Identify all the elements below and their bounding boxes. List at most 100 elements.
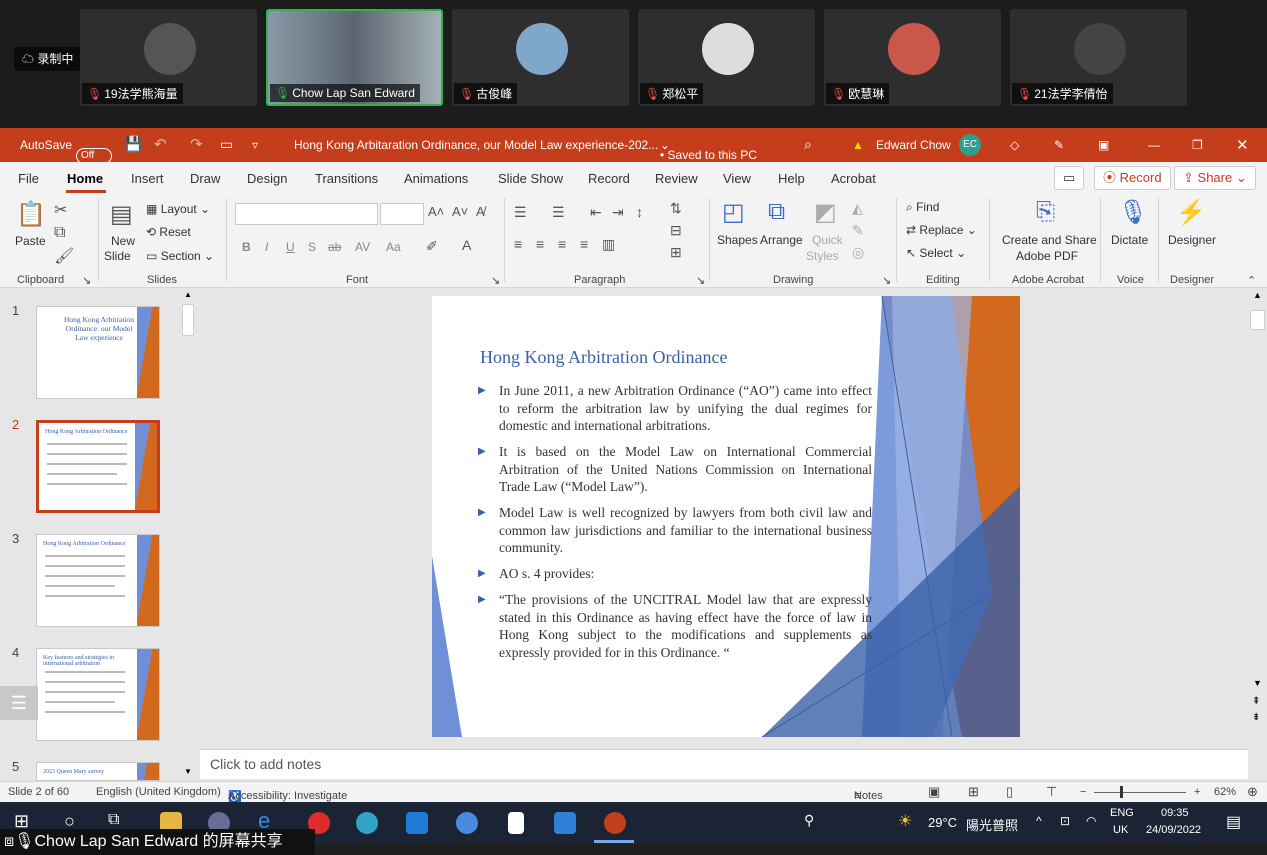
- ribbon-display-icon[interactable]: ▣: [1098, 138, 1109, 152]
- zoom-thumb[interactable]: [1120, 786, 1123, 798]
- increase-font-icon[interactable]: A˄: [428, 204, 444, 219]
- weather-temp[interactable]: 29°C: [928, 815, 957, 830]
- customize-icon[interactable]: ▿: [252, 138, 258, 152]
- align-text-icon[interactable]: ⊟: [670, 222, 682, 239]
- select-button[interactable]: ↖ Select ⌄: [906, 246, 966, 260]
- columns-icon[interactable]: ▥: [602, 236, 615, 253]
- minimize-icon[interactable]: —: [1148, 138, 1160, 152]
- tab-design[interactable]: Design: [247, 171, 287, 186]
- wifi-icon[interactable]: ◠: [1086, 814, 1096, 828]
- tab-view[interactable]: View: [723, 171, 751, 186]
- shadow-button[interactable]: S: [308, 240, 316, 254]
- dialog-launcher-icon[interactable]: ↘: [696, 274, 705, 287]
- smartart-icon[interactable]: ⊞: [670, 244, 682, 261]
- scroll-up-icon[interactable]: ▲: [184, 290, 192, 299]
- tab-acrobat[interactable]: Acrobat: [831, 171, 876, 186]
- chrome-icon[interactable]: [456, 812, 478, 834]
- participant-tile[interactable]: 🎙 21法学李倩怡: [1010, 9, 1187, 106]
- close-icon[interactable]: ✕: [1236, 136, 1249, 154]
- normal-view-icon[interactable]: ▣: [928, 784, 940, 800]
- change-case-button[interactable]: Aa: [386, 240, 401, 254]
- slideshow-view-icon[interactable]: ⊤: [1046, 784, 1057, 800]
- tab-transitions[interactable]: Transitions: [315, 171, 378, 186]
- dialog-launcher-icon[interactable]: ↘: [491, 274, 500, 287]
- dictate-button[interactable]: Dictate: [1111, 233, 1148, 247]
- participant-tile[interactable]: 🎙 郑松平: [638, 9, 815, 106]
- format-painter-icon[interactable]: 🖌: [54, 246, 74, 266]
- participant-tile[interactable]: 🎙 古俊峰: [452, 9, 629, 106]
- justify-icon[interactable]: ≡: [580, 236, 588, 252]
- zoom-slider[interactable]: [1094, 792, 1186, 793]
- clock-time[interactable]: 09:35: [1161, 807, 1189, 819]
- clear-format-icon[interactable]: A̸: [476, 204, 485, 219]
- numbering-icon[interactable]: ☰: [552, 204, 565, 221]
- microphone-icon[interactable]: 🎙: [1118, 198, 1148, 227]
- tab-help[interactable]: Help: [778, 171, 805, 186]
- task-view-icon[interactable]: ⧉: [108, 811, 119, 829]
- align-left-icon[interactable]: ≡: [514, 236, 522, 252]
- section-button[interactable]: ▭ Section ⌄: [146, 249, 214, 263]
- designer-icon[interactable]: ⚡: [1176, 198, 1206, 227]
- notes-field[interactable]: Click to add notes: [200, 749, 1248, 779]
- decrease-font-icon[interactable]: A˅: [452, 204, 468, 219]
- highlight-icon[interactable]: ✐: [426, 238, 438, 255]
- user-avatar[interactable]: EC: [959, 134, 981, 156]
- paste-button[interactable]: Paste: [15, 234, 46, 248]
- record-button[interactable]: ⦿ Record: [1094, 166, 1171, 190]
- create-pdf-button[interactable]: Create and Share: [1002, 233, 1097, 247]
- designer-button[interactable]: Designer: [1168, 233, 1216, 247]
- participant-tile[interactable]: 🎙 欧慧琳: [824, 9, 1001, 106]
- next-slide-icon[interactable]: ⇟: [1252, 712, 1260, 723]
- input-region[interactable]: UK: [1113, 824, 1128, 836]
- slide-bullet[interactable]: ▶ Model Law is well recognized by lawyers…: [478, 504, 872, 557]
- slide-thumbnail[interactable]: Key features and strategies in internati…: [36, 648, 160, 741]
- undo-icon[interactable]: ↶: [154, 135, 167, 153]
- list-toggle-icon[interactable]: ☰: [0, 686, 38, 720]
- quick-styles-button-label[interactable]: Styles: [806, 249, 839, 263]
- font-size-combo[interactable]: [380, 203, 424, 225]
- scroll-down-icon[interactable]: ▼: [1253, 678, 1262, 688]
- tab-review[interactable]: Review: [655, 171, 698, 186]
- text-direction-icon[interactable]: ⇅: [670, 200, 682, 217]
- people-icon[interactable]: ⚲: [804, 812, 814, 829]
- shapes-icon[interactable]: ◰: [722, 198, 745, 227]
- bullets-icon[interactable]: ☰: [514, 204, 527, 221]
- new-slide-icon[interactable]: ▤: [110, 200, 133, 229]
- save-icon[interactable]: 💾: [124, 135, 143, 153]
- language-status[interactable]: English (United Kingdom): [96, 786, 221, 798]
- search-icon[interactable]: ⌕: [804, 136, 812, 153]
- zoom-in-icon[interactable]: +: [1194, 786, 1200, 798]
- comments-button[interactable]: ▭: [1054, 166, 1084, 190]
- create-pdf-button-label[interactable]: Adobe PDF: [1016, 249, 1078, 263]
- document-icon[interactable]: [508, 812, 524, 834]
- redo-icon[interactable]: ↷: [190, 135, 203, 153]
- slide-bullet[interactable]: ▶ “The provisions of the UNCITRAL Model l…: [478, 591, 872, 662]
- cut-icon[interactable]: ✂: [54, 200, 67, 220]
- meeting-app-icon[interactable]: [554, 812, 576, 834]
- slide-bullet[interactable]: ▶ AO s. 4 provides:: [478, 565, 872, 583]
- tab-draw[interactable]: Draw: [190, 171, 220, 186]
- tab-home[interactable]: Home: [67, 171, 103, 186]
- edge-icon[interactable]: [356, 812, 378, 834]
- slide-thumbnail-selected[interactable]: Hong Kong Arbitration Ordinance: [36, 420, 160, 513]
- italic-button[interactable]: I: [265, 240, 268, 254]
- zoom-level[interactable]: 62%: [1214, 786, 1236, 798]
- participant-tile[interactable]: 🎙 19法学熊海量: [80, 9, 257, 106]
- shape-effects-icon[interactable]: ◎: [852, 244, 864, 261]
- pdf-icon[interactable]: ⎘: [1036, 198, 1055, 226]
- quick-styles-button[interactable]: Quick: [812, 233, 843, 247]
- tray-chevron-icon[interactable]: ^: [1036, 814, 1042, 828]
- slide-thumbnail[interactable]: Hong Kong Arbitration Ordinance: our Mod…: [36, 306, 160, 399]
- copy-icon[interactable]: ⧉: [54, 224, 65, 242]
- shape-fill-icon[interactable]: ◭: [852, 200, 863, 217]
- arrange-button[interactable]: Arrange: [760, 233, 803, 247]
- slide-thumbnail[interactable]: 2023 Queen Mary survey: [36, 762, 160, 781]
- strikethrough-button[interactable]: ab: [328, 240, 341, 254]
- align-center-icon[interactable]: ≡: [536, 236, 544, 252]
- network-icon[interactable]: ⊡: [1060, 814, 1070, 828]
- editor-scrollbar[interactable]: ▲ ▼ ⇞ ⇟: [1249, 288, 1267, 781]
- participant-tile-active[interactable]: 🎙 Chow Lap San Edward: [266, 9, 443, 106]
- present-icon[interactable]: ▭: [220, 136, 233, 153]
- scroll-up-icon[interactable]: ▲: [1253, 290, 1262, 300]
- tab-insert[interactable]: Insert: [131, 171, 164, 186]
